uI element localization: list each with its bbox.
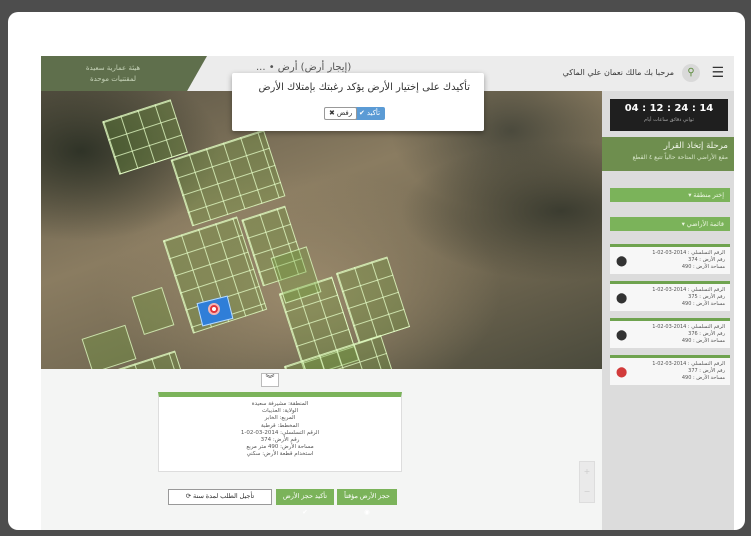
map-pin-icon[interactable]: [208, 303, 220, 315]
stage-banner: مرحلة إتخاذ القرار مقع الأراضي المتاحة ح…: [602, 137, 734, 171]
card-serial: الرقم التسلسلي : 2014-03-02-1: [652, 250, 725, 256]
info-usage: استخدام قطعة الأرض: سكني: [246, 451, 314, 458]
plot-details-panel: ︾ المنطقة: مشيرفة سعيدة الولاية: العذيبا…: [41, 369, 602, 530]
info-state: الولاية: العذيبات: [261, 408, 299, 415]
plots-list-button[interactable]: قائمة الأراضي ▾: [610, 217, 730, 231]
satellite-map[interactable]: [41, 91, 602, 369]
location-marker-icon: ⬤: [616, 256, 628, 267]
reject-button[interactable]: ✖ رفض: [324, 107, 358, 120]
info-serial: الرقم التسلسلي: 2014-03-02-1: [240, 429, 320, 436]
plot-info-box: المنطقة: مشيرفة سعيدة الولاية: العذيبات …: [158, 392, 402, 472]
card-serial: الرقم التسلسلي : 2014-03-02-1: [652, 361, 725, 367]
area-select-button[interactable]: إختر منطقة ▾: [610, 188, 730, 202]
countdown-timer: 04 : 12 : 24 : 14 ثواني دقائق ساعات أيام: [610, 99, 728, 131]
confirm-button[interactable]: ✔ تأكيد: [354, 107, 386, 120]
plot-card[interactable]: الرقم التسلسلي : 2014-03-02-1 رقم الأرض …: [610, 281, 730, 311]
countdown-units: ثواني دقائق ساعات أيام: [644, 117, 694, 123]
info-plan: المخطط: قرطبة: [261, 422, 299, 429]
app-window: هيئة عمارية سعيدة لمقتنيات موحدة (إيجار …: [41, 56, 734, 530]
plot-block[interactable]: [81, 324, 137, 369]
user-pin-icon[interactable]: ⚲: [682, 64, 700, 82]
confirm-reserve-button[interactable]: تأكيد حجز الأرض ✔: [276, 489, 334, 516]
screenshot-frame: هيئة عمارية سعيدة لمقتنيات موحدة (إيجار …: [8, 12, 745, 530]
plot-card[interactable]: الرقم التسلسلي : 2014-03-02-1 رقم الأرض …: [610, 244, 730, 274]
collapse-chevron-icon[interactable]: ︾: [261, 373, 279, 387]
card-serial: الرقم التسلسلي : 2014-03-02-1: [652, 287, 725, 293]
greeting-text: مرحبا بك مالك نعمان علي الماكي: [562, 68, 674, 77]
plot-card-active[interactable]: الرقم التسلسلي : 2014-03-02-1 رقم الأرض …: [610, 355, 730, 385]
info-square: المربع: الخابر: [264, 415, 296, 422]
card-number: رقم الأرض : 374: [688, 257, 725, 263]
brand-logo: هيئة عمارية سعيدة لمقتنيات موحدة: [41, 56, 207, 91]
plot-card[interactable]: الرقم التسلسلي : 2014-03-02-1 رقم الأرض …: [610, 318, 730, 348]
card-area: مساحة الأرض : 490: [681, 264, 725, 270]
brand-line-1: هيئة عمارية سعيدة: [85, 64, 141, 72]
countdown-value: 04 : 12 : 24 : 14: [624, 103, 714, 114]
confirm-dialog: تأكيدك على إختيار الأرض يؤكد رغبتك بإمتل…: [232, 73, 484, 131]
header-title: (إيجار أرض) أرض • ...: [256, 62, 352, 73]
card-serial: الرقم التسلسلي : 2014-03-02-1: [652, 324, 725, 330]
location-marker-icon: ⬤: [616, 330, 628, 341]
sidebar: 04 : 12 : 24 : 14 ثواني دقائق ساعات أيام…: [602, 91, 734, 530]
location-marker-icon: ⬤: [616, 293, 628, 304]
location-marker-icon: ⬤: [616, 367, 628, 378]
card-number: رقم الأرض : 376: [688, 331, 725, 337]
brand-line-2: لمقتنيات موحدة: [89, 75, 137, 83]
card-area: مساحة الأرض : 490: [681, 301, 725, 307]
stage-title: مرحلة إتخاذ القرار: [663, 141, 728, 151]
plot-block[interactable]: [131, 287, 175, 335]
info-region: المنطقة: مشيرفة سعيدة: [251, 401, 309, 407]
postpone-request-button[interactable]: تأجيل الطلب لمدة سنة ⟳: [168, 489, 272, 505]
stage-subtitle: مقع الأراضي المتاحة حالياً تتبع ٤ القطع: [632, 154, 728, 161]
dialog-message: تأكيدك على إختيار الأرض يؤكد رغبتك بإمتل…: [258, 82, 470, 93]
card-area: مساحة الأرض : 490: [681, 375, 725, 381]
hamburger-icon[interactable]: ☰: [711, 66, 724, 80]
card-number: رقم الأرض : 377: [688, 368, 725, 374]
zoom-control[interactable]: + −: [579, 461, 595, 503]
card-number: رقم الأرض : 375: [688, 294, 725, 300]
temporary-reserve-button[interactable]: حجز الأرض مؤقتاً ◉: [337, 489, 397, 516]
card-area: مساحة الأرض : 490: [681, 338, 725, 344]
